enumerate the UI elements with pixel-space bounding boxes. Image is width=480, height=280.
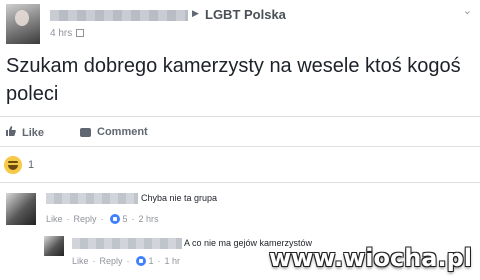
like-badge-icon [109, 214, 120, 224]
reply-time[interactable]: 1 hr [165, 256, 181, 266]
comment-reply-link[interactable]: Reply [74, 214, 97, 224]
watermark: www.wiocha.pl [268, 244, 472, 272]
reactions-summary[interactable]: 1 [4, 156, 34, 174]
comment-like-link[interactable]: Like [46, 214, 63, 224]
facebook-post: ▶ LGBT Polska 4 hrs ⌄ Szukam dobrego kam… [0, 0, 480, 280]
posted-to-arrow-icon: ▶ [192, 8, 199, 18]
comment-label: Comment [97, 126, 148, 138]
post-time[interactable]: 4 hrs [50, 28, 72, 39]
divider [0, 182, 480, 183]
reply-meta: Like · Reply · 1 · 1 hr [72, 256, 181, 266]
haha-icon [4, 156, 22, 174]
group-name-link[interactable]: LGBT Polska [205, 7, 286, 22]
comment-meta: Like · Reply · 5 · 2 hrs [46, 214, 159, 224]
reply-like-link[interactable]: Like [72, 256, 89, 266]
author-avatar[interactable] [6, 4, 40, 44]
divider [0, 146, 480, 147]
comment-like-count[interactable]: 5 [123, 214, 128, 224]
reply-like-count[interactable]: 1 [149, 256, 154, 266]
commenter-name-blurred[interactable] [46, 193, 138, 204]
like-label: Like [22, 126, 45, 139]
reaction-count: 1 [28, 159, 35, 171]
post-meta: 4 hrs [50, 28, 85, 39]
comment-bubble-icon [80, 127, 91, 137]
divider [0, 116, 480, 117]
thumbs-up-icon [6, 126, 16, 139]
reply-avatar[interactable] [44, 236, 64, 256]
commenter-avatar[interactable] [6, 193, 36, 225]
reply-reply-link[interactable]: Reply [100, 256, 123, 266]
reply-name-blurred[interactable] [72, 238, 182, 249]
post-options-chevron-icon[interactable]: ⌄ [463, 4, 472, 17]
like-badge-icon [135, 256, 146, 266]
audience-icon [76, 29, 85, 37]
post-text: Szukam dobrego kamerzysty na wesele ktoś… [6, 55, 461, 105]
comment-time[interactable]: 2 hrs [139, 214, 159, 224]
comment-text: Chyba nie ta grupa [141, 193, 218, 203]
comment-button[interactable]: Comment [80, 126, 148, 138]
author-name-blurred[interactable] [50, 10, 188, 21]
like-button[interactable]: Like [6, 126, 44, 139]
